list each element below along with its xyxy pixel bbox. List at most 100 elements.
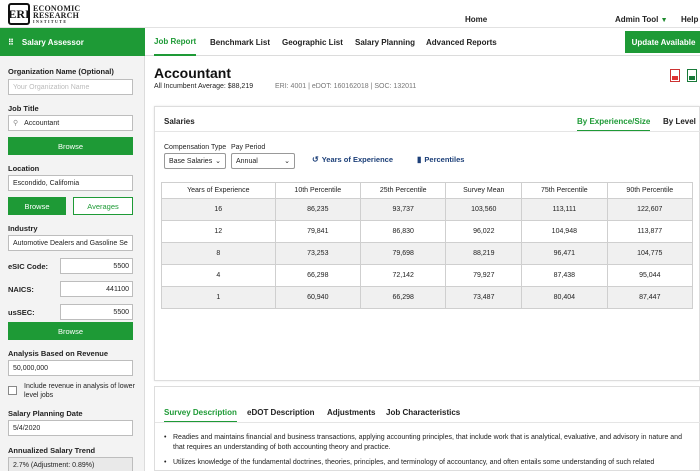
sidebar: Organization Name (Optional) Your Organi… [0,56,145,471]
header-p25[interactable]: 25th Percentile [359,182,447,199]
naics-input[interactable]: 441100 [60,281,133,297]
tab-geographic-list[interactable]: Geographic List [282,28,343,56]
description-panel: Survey Description eDOT Description Adju… [154,386,700,471]
salaries-panel: Salaries By Experience/Size By Level Com… [154,106,700,381]
location-label: Location [8,164,40,173]
table-cell: 80,404 [521,286,608,309]
percentiles-link[interactable]: ▮ Percentiles [417,155,464,164]
chevron-down-icon: ⌄ [284,158,290,165]
tab-by-level[interactable]: By Level [663,117,696,130]
description-text: Utilizes knowledge of the fundamental do… [173,459,655,466]
date-label: Salary Planning Date [8,409,83,418]
table-cell: 96,022 [445,220,523,243]
table-cell: 103,560 [445,198,523,221]
pdf-icon[interactable] [670,69,680,82]
org-name-input[interactable]: Your Organization Name [8,79,133,95]
browse-industry-button[interactable]: Browse [8,322,133,340]
job-codes: ERI: 4001 | eDOT: 160162018 | SOC: 13201… [275,83,417,90]
page-title: Accountant [154,65,231,81]
tab-edot-description[interactable]: eDOT Description [247,408,315,421]
table-cell: 87,447 [606,286,694,309]
table-cell: 122,607 [606,198,694,221]
tab-salary-planning[interactable]: Salary Planning [355,28,415,56]
industry-input[interactable]: Automotive Dealers and Gasoline Se [8,235,133,251]
tab-advanced-reports[interactable]: Advanced Reports [426,28,497,56]
org-label: Organization Name (Optional) [8,67,114,76]
app-menu[interactable]: ⠿ Salary Assessor [0,28,145,56]
tab-job-report[interactable]: Job Report [154,28,197,56]
table-cell: 104,775 [606,242,694,265]
app-name: Salary Assessor [21,37,84,47]
list-item: • Readies and maintains financial and bu… [164,433,694,453]
comp-type-select[interactable]: Base Salaries ⌄ [164,153,226,169]
logo-line2: RESEARCH [33,10,80,20]
table-row: 16 86,235 93,737 103,560 113,111 122,607 [161,198,694,221]
job-title-input[interactable]: ⚲ Accountant [8,115,133,131]
table-cell: 60,940 [274,286,362,309]
table-cell: 72,142 [359,264,447,287]
table-cell: 113,111 [521,198,608,221]
table-row: 4 66,298 72,142 79,927 87,438 95,044 [161,264,694,287]
tab-survey-description[interactable]: Survey Description [164,408,237,423]
bullet-icon: • [164,434,167,441]
header-mean[interactable]: Survey Mean [445,182,523,199]
years-of-experience-link[interactable]: ↺ Years of Experience [312,155,393,164]
tab-job-characteristics[interactable]: Job Characteristics [386,408,460,421]
panel-divider [155,131,700,132]
tab-by-experience[interactable]: By Experience/Size [577,117,651,132]
esic-input[interactable]: 5500 [60,258,133,274]
history-icon: ↺ [312,155,319,164]
bullet-icon: • [164,459,167,466]
table-cell: 73,253 [274,242,362,265]
header-p75[interactable]: 75th Percentile [521,182,608,199]
pay-period-value: Annual [236,157,258,165]
table-cell: 104,948 [521,220,608,243]
averages-button[interactable]: Averages [73,197,133,215]
pay-period-select[interactable]: Annual ⌄ [231,153,295,169]
revenue-input[interactable]: 50,000,000 [8,360,133,376]
chevron-down-icon: ▼ [660,17,668,24]
revenue-label: Analysis Based on Revenue [8,349,109,358]
nav-home[interactable]: Home [465,15,487,24]
table-cell: 86,235 [274,198,362,221]
naics-label: NAICS: [8,285,34,294]
table-cell: 4 [161,264,276,287]
include-revenue-label: Include revenue in analysis of lower lev… [24,383,135,399]
job-title-value: Accountant [24,119,60,127]
table-cell: 88,219 [445,242,523,265]
trend-input[interactable]: 2.7% (Adjustment: 0.89%) [8,457,133,471]
browse-location-button[interactable]: Browse [8,197,66,215]
search-icon: ⚲ [13,120,19,127]
percentiles-link-label: Percentiles [424,155,465,164]
header-years[interactable]: Years of Experience [161,182,276,199]
table-cell: 87,438 [521,264,608,287]
browse-job-button[interactable]: Browse [8,137,133,155]
comp-type-value: Base Salaries [169,157,213,165]
description-text: Readies and maintains financial and busi… [173,434,682,451]
eri-logo[interactable]: ERI ECONOMIC RESEARCH INSTITUTE [8,3,80,25]
main-content: Accountant All Incumbent Average: $88,21… [146,56,700,471]
tab-benchmark-list[interactable]: Benchmark List [210,28,270,56]
nav-admin-tool-label: Admin Tool [615,15,659,24]
excel-icon[interactable] [687,69,697,82]
main-navbar: ⠿ Salary Assessor Job Report Benchmark L… [0,28,700,56]
update-available-button[interactable]: Update Available [625,31,700,53]
table-cell: 8 [161,242,276,265]
header-p10[interactable]: 10th Percentile [274,182,362,199]
logo-mark: ERI [8,3,30,25]
planning-date-input[interactable]: 5/4/2020 [8,420,133,436]
location-input[interactable]: Escondido, California [8,175,133,191]
nav-admin-tool[interactable]: Admin Tool ▼ [615,15,668,24]
table-row: 8 73,253 79,698 88,219 96,471 104,775 [161,242,694,265]
include-revenue-checkbox[interactable] [8,386,17,395]
tab-adjustments[interactable]: Adjustments [327,408,375,421]
table-row: 12 79,841 86,830 96,022 104,948 113,877 [161,220,694,243]
chevron-down-icon: ⌄ [215,158,221,165]
trend-label: Annualized Salary Trend [8,446,96,455]
table-cell: 66,298 [274,264,362,287]
header-p90[interactable]: 90th Percentile [606,182,694,199]
comp-type-label: Compensation Type [164,144,227,151]
bar-chart-icon: ▮ [417,155,422,164]
ussec-input[interactable]: 5500 [60,304,133,320]
nav-help[interactable]: Help [681,15,698,24]
